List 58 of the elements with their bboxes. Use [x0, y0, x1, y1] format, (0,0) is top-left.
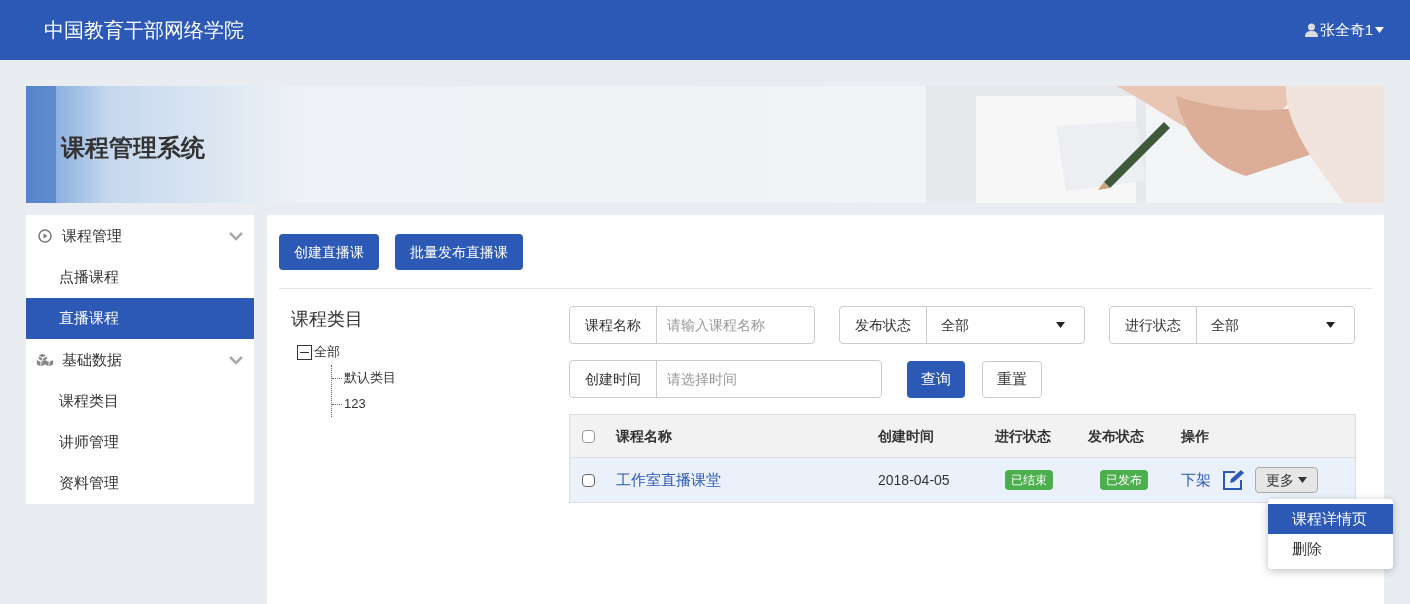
sidebar-item[interactable]: 直播课程	[26, 298, 254, 339]
user-menu[interactable]: 张全奇1	[1304, 18, 1384, 42]
filter-field[interactable]: 发布状态 全部	[839, 306, 1085, 344]
tree-title: 课程类目	[291, 308, 364, 331]
group-label: 基础数据	[62, 349, 123, 370]
filter-label: 进行状态	[1110, 307, 1197, 343]
filter-label: 创建时间	[570, 361, 657, 397]
play-circle-icon	[38, 229, 52, 243]
tree-node[interactable]: 默认类目	[344, 368, 396, 388]
menu-item[interactable]: 课程详情页	[1268, 504, 1393, 534]
banner-title: 课程管理系统	[61, 133, 205, 163]
group-label: 课程管理	[62, 225, 123, 246]
column-header: 进行状态	[995, 426, 1052, 446]
filter-field[interactable]: 进行状态 全部	[1109, 306, 1355, 344]
table-cell-text: 2018-04-05	[878, 470, 951, 490]
status-badge: 已发布	[1099, 470, 1148, 490]
sidebar-item[interactable]: 课程类目	[26, 381, 254, 422]
status-badge: 已结束	[1004, 470, 1053, 490]
collapse-icon[interactable]	[297, 344, 312, 360]
column-header: 操作	[1181, 426, 1209, 446]
caret-down-icon	[1326, 322, 1335, 328]
column-header: 创建时间	[878, 426, 935, 446]
course-link[interactable]: 工作室直播课堂	[616, 468, 866, 492]
sidebar-item[interactable]: 点播课程	[26, 257, 254, 298]
filter-label: 课程名称	[570, 307, 657, 343]
select-value: 全部	[941, 315, 969, 335]
column-header: 课程名称	[616, 426, 673, 446]
site-title: 中国教育干部网络学院	[44, 18, 244, 43]
caret-down-icon	[1375, 27, 1384, 33]
filter-button[interactable]: 重置	[982, 360, 1042, 398]
menu-item[interactable]: 删除	[1268, 534, 1393, 564]
tree-node[interactable]: 123	[344, 394, 366, 414]
filter-button[interactable]: 查询	[907, 360, 965, 398]
filter-field[interactable]: 课程名称 请输入课程名称	[569, 306, 815, 344]
cubes-icon	[36, 352, 54, 368]
checkbox[interactable]	[582, 473, 595, 487]
tree-node[interactable]: 全部	[314, 342, 340, 362]
caret-down-icon	[1298, 477, 1307, 483]
chevron-down-icon	[228, 355, 244, 365]
toolbar-button[interactable]: 创建直播课	[279, 234, 379, 270]
sidebar-group[interactable]: 课程管理	[26, 215, 254, 257]
text-input[interactable]: 请输入课程名称	[657, 307, 807, 343]
filter-label: 发布状态	[840, 307, 927, 343]
chevron-down-icon	[228, 231, 244, 241]
select-value: 全部	[1211, 315, 1239, 335]
toolbar-button[interactable]: 批量发布直播课	[395, 234, 523, 270]
edit-icon[interactable]	[1221, 469, 1245, 491]
sidebar-group[interactable]: 基础数据	[26, 339, 254, 381]
sidebar-item[interactable]: 讲师管理	[26, 422, 254, 463]
user-icon	[1304, 23, 1318, 37]
more-button[interactable]: 更多	[1255, 467, 1318, 493]
caret-down-icon	[1056, 322, 1065, 328]
filter-field[interactable]: 创建时间 请选择时间	[569, 360, 882, 398]
text-input[interactable]: 请选择时间	[657, 361, 875, 397]
checkbox[interactable]	[582, 429, 595, 443]
action-link[interactable]: 下架	[1181, 468, 1211, 492]
column-header: 发布状态	[1088, 426, 1145, 446]
sidebar-item[interactable]: 资料管理	[26, 463, 254, 504]
